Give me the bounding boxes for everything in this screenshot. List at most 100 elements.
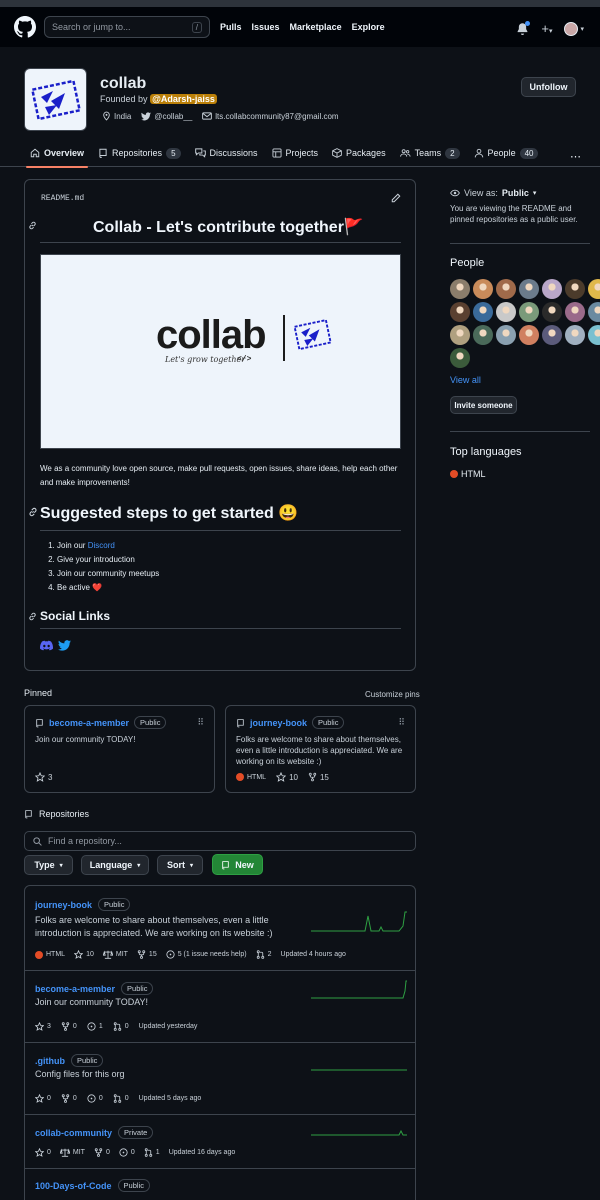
issues-count[interactable]: 5 (1 issue needs help) [166, 950, 247, 959]
stars-count[interactable]: 0 [35, 1148, 51, 1157]
issue-opened-icon [119, 1148, 128, 1157]
twitter-item[interactable]: @collab__ [141, 112, 192, 121]
anchor-link-icon[interactable] [28, 612, 37, 621]
language-filter-dropdown[interactable]: Language ▾ [81, 855, 149, 875]
forks-count[interactable]: 0 [94, 1148, 110, 1157]
forks-count[interactable]: 15 [137, 950, 157, 959]
stars-count[interactable]: 10 [276, 772, 298, 782]
member-avatar[interactable] [496, 302, 516, 322]
member-avatar[interactable] [519, 279, 539, 299]
discord-icon[interactable] [40, 640, 53, 651]
notifications-bell-icon[interactable] [516, 21, 531, 35]
more-tabs-kebab-icon[interactable]: ⋯ [570, 150, 582, 163]
tab-people[interactable]: People 40 [474, 140, 539, 167]
member-avatar[interactable] [473, 302, 493, 322]
forks-count[interactable]: 15 [308, 772, 329, 782]
member-avatar[interactable] [450, 302, 470, 322]
user-avatar[interactable]: ▾ [564, 21, 584, 36]
member-avatar[interactable] [588, 302, 600, 322]
find-repository-input[interactable]: Find a repository... [24, 831, 416, 851]
member-avatar[interactable] [450, 325, 470, 345]
founder-link[interactable]: @Adarsh-jaiss [150, 94, 217, 104]
stars-count[interactable]: 10 [74, 950, 94, 959]
member-avatar[interactable] [450, 348, 470, 368]
member-avatar[interactable] [565, 279, 585, 299]
pinned-repo-link[interactable]: become-a-member [49, 718, 129, 728]
issues-count[interactable]: 0 [119, 1148, 135, 1157]
issues-count[interactable]: 1 [87, 1022, 103, 1031]
projects-table-icon [272, 148, 282, 158]
member-avatar[interactable] [542, 302, 562, 322]
repo-icon [222, 860, 229, 869]
view-as-selector[interactable]: View as: Public ▾ [450, 188, 536, 198]
tab-overview[interactable]: Overview [25, 140, 89, 168]
drag-handle-icon[interactable]: ⠿ [197, 717, 204, 728]
repo-link[interactable]: journey-book [35, 900, 92, 910]
nav-explore[interactable]: Explore [352, 22, 385, 32]
create-new-plus-icon[interactable]: +▾ [541, 21, 552, 36]
type-filter-dropdown[interactable]: Type ▾ [24, 855, 73, 875]
forks-count[interactable]: 0 [61, 1022, 77, 1031]
nav-issues[interactable]: Issues [252, 22, 280, 32]
twitter-icon[interactable] [58, 640, 71, 651]
member-avatar[interactable] [542, 325, 562, 345]
search-input[interactable]: Search or jump to... / [44, 16, 210, 38]
tab-teams[interactable]: Teams 2 [399, 140, 460, 167]
pull-requests-count[interactable]: 2 [256, 950, 272, 959]
forks-count[interactable]: 0 [61, 1094, 77, 1103]
repo-link[interactable]: collab-community [35, 1128, 112, 1138]
prs-value: 0 [124, 1095, 129, 1102]
nav-pulls[interactable]: Pulls [220, 22, 242, 32]
tab-repositories[interactable]: Repositories 5 [98, 140, 181, 167]
member-avatar[interactable] [588, 279, 600, 299]
member-avatar[interactable] [519, 302, 539, 322]
repo-link[interactable]: 100-Days-of-Code [35, 1181, 112, 1191]
edit-pencil-icon[interactable] [391, 193, 401, 203]
repositories-title: Repositories [39, 809, 90, 819]
pull-requests-count[interactable]: 1 [144, 1148, 160, 1157]
step-text: Join our [57, 541, 88, 550]
member-avatar[interactable] [450, 279, 470, 299]
readme-title-text: Collab - Let's contribute together [93, 219, 344, 236]
member-avatar[interactable] [473, 279, 493, 299]
activity-sparkline [311, 1069, 407, 1071]
repo-title-line: 100-Days-of-Code Public [35, 1179, 150, 1192]
drag-handle-icon[interactable]: ⠿ [398, 717, 405, 728]
invite-someone-button[interactable]: Invite someone [450, 396, 517, 414]
tab-discussions[interactable]: Discussions [194, 140, 258, 167]
tab-counter: 2 [445, 147, 460, 159]
member-avatar[interactable] [519, 325, 539, 345]
new-repository-button[interactable]: New [212, 854, 263, 875]
pull-requests-count[interactable]: 0 [113, 1094, 129, 1103]
tab-packages[interactable]: Packages [332, 140, 386, 167]
anchor-link-icon[interactable] [28, 507, 38, 517]
unfollow-button[interactable]: Unfollow [521, 77, 576, 97]
member-avatar[interactable] [473, 325, 493, 345]
nav-marketplace[interactable]: Marketplace [290, 22, 342, 32]
issues-count[interactable]: 0 [87, 1094, 103, 1103]
repo-link[interactable]: become-a-member [35, 984, 115, 994]
github-logo-icon[interactable] [14, 16, 36, 38]
pull-requests-count[interactable]: 0 [113, 1022, 129, 1031]
member-avatar[interactable] [565, 325, 585, 345]
customize-pins-link[interactable]: Customize pins [365, 690, 420, 699]
email-item[interactable]: lts.collabcommunity87@gmail.com [202, 112, 339, 121]
tab-projects[interactable]: Projects [272, 140, 318, 167]
sort-dropdown[interactable]: Sort ▾ [157, 855, 203, 875]
pinned-description: Join our community TODAY! [35, 735, 136, 744]
repo-link[interactable]: .github [35, 1056, 65, 1066]
pinned-repo-link[interactable]: journey-book [250, 718, 307, 728]
stars-count[interactable]: 3 [35, 772, 52, 782]
stars-count[interactable]: 3 [35, 1022, 51, 1031]
member-avatar[interactable] [565, 302, 585, 322]
pinned-card: become-a-member Public ⠿ Join our commun… [24, 705, 215, 793]
member-avatar[interactable] [496, 325, 516, 345]
member-avatar[interactable] [542, 279, 562, 299]
stars-count[interactable]: 0 [35, 1094, 51, 1103]
anchor-link-icon[interactable] [28, 221, 37, 230]
discord-link[interactable]: Discord [88, 541, 115, 550]
view-all-people-link[interactable]: View all [450, 375, 481, 385]
member-avatar[interactable] [588, 325, 600, 345]
member-avatar[interactable] [496, 279, 516, 299]
stars-value: 3 [47, 1023, 51, 1030]
